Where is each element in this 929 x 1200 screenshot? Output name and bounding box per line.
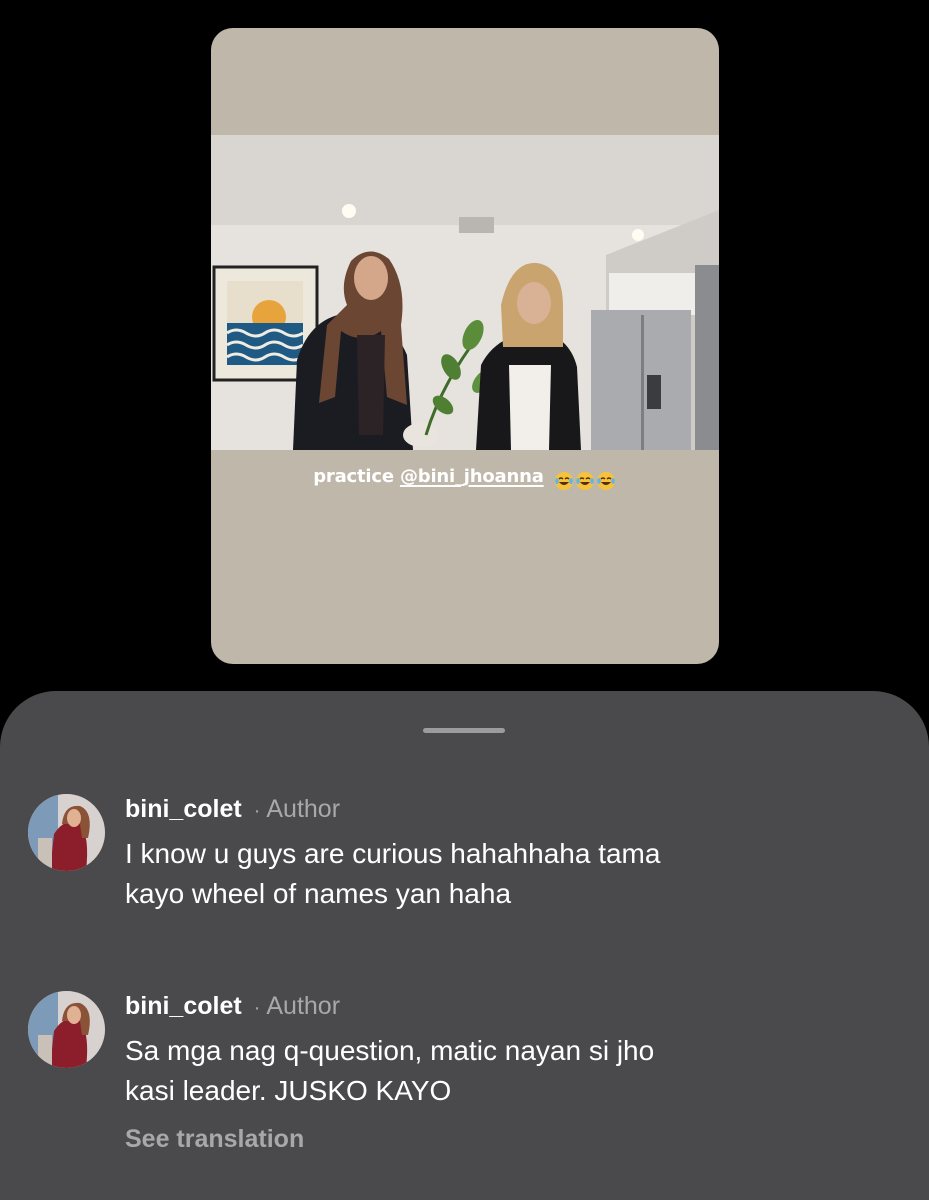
author-badge: Author xyxy=(266,992,341,1020)
story-card[interactable]: practice @bini_jhoanna xyxy=(211,28,719,664)
mention-link[interactable]: @bini_jhoanna xyxy=(400,466,544,487)
comment-text: Sa mga nag q-question, matic nayan si jh… xyxy=(125,1031,865,1111)
separator-dot: · xyxy=(253,800,261,822)
comment-text: I know u guys are curious hahahhaha tama… xyxy=(125,834,865,914)
comment-header: bini_colet · Author xyxy=(125,794,340,826)
story-photo xyxy=(211,135,719,450)
see-translation-button[interactable]: See translation xyxy=(125,1125,304,1154)
story-caption: practice @bini_jhoanna xyxy=(211,466,719,491)
laughing-crying-emoji-icon xyxy=(596,472,615,490)
avatar[interactable] xyxy=(28,991,105,1068)
comment-username[interactable]: bini_colet xyxy=(125,795,242,823)
emoji-group xyxy=(554,470,617,491)
comment-text-line: kayo wheel of names yan haha xyxy=(125,878,512,909)
laughing-crying-emoji-icon xyxy=(575,472,594,490)
laughing-crying-emoji-icon xyxy=(554,472,573,490)
comments-sheet: bini_colet · Author I know u guys are curi… xyxy=(0,691,929,1200)
caption-text: practice xyxy=(313,466,394,487)
comment-username[interactable]: bini_colet xyxy=(125,992,242,1020)
avatar[interactable] xyxy=(28,794,105,871)
comment-text-line: Sa mga nag q-question, matic nayan si jh… xyxy=(125,1035,655,1066)
author-badge: Author xyxy=(266,795,341,823)
comment-text-line: I know u guys are curious hahahhaha tama xyxy=(125,838,661,869)
sheet-grabber-handle[interactable] xyxy=(423,728,505,733)
story-viewer-screen: practice @bini_jhoanna bini_colet · Auth… xyxy=(0,0,929,1200)
separator-dot: · xyxy=(253,997,261,1019)
comment-text-line: kasi leader. JUSKO KAYO xyxy=(125,1075,452,1106)
comment-header: bini_colet · Author xyxy=(125,991,340,1023)
